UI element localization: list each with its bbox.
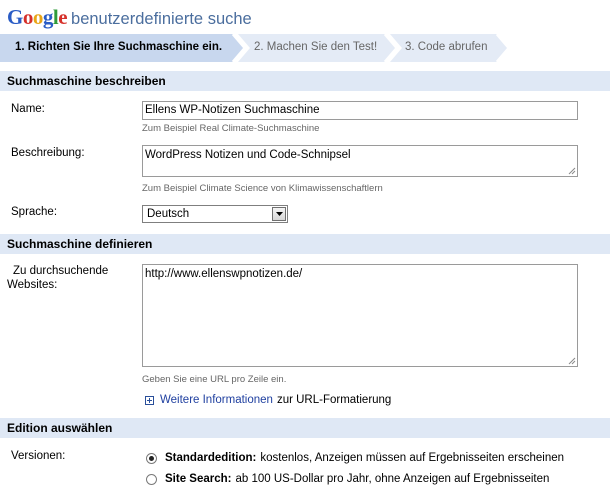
section-describe: Suchmaschine beschreiben (0, 71, 610, 91)
description-label: Beschreibung: (11, 147, 85, 159)
google-logo[interactable]: Google (7, 5, 68, 30)
option-title: Site Search: (165, 473, 232, 485)
language-label: Sprache: (11, 206, 58, 218)
radio-button[interactable] (146, 473, 157, 485)
chevron-down-icon (276, 212, 283, 216)
description-hint: Zum Beispiel Climate Science von Klimawi… (142, 183, 383, 194)
option-text: ab 100 US-Dollar pro Jahr, ohne Anzeigen… (235, 473, 550, 485)
logo-letter: G (7, 5, 23, 29)
sites-label-line-1: Zu durchsuchende (13, 265, 109, 277)
sites-textarea[interactable]: http://www.ellenswpnotizen.de/ (142, 264, 578, 367)
option-title: Standardedition: (165, 452, 257, 464)
versions-label: Versionen: (11, 450, 66, 462)
resize-grip-icon[interactable] (568, 167, 576, 175)
step-1-label: 1. Richten Sie Ihre Suchmaschine ein. (15, 41, 223, 53)
language-select[interactable]: Deutsch (142, 205, 288, 223)
step-3-label: 3. Code abrufen (405, 41, 488, 53)
logo-letter: o (32, 5, 44, 29)
section-title: Suchmaschine beschreiben (7, 74, 166, 88)
more-info-link[interactable]: Weitere Informationen (160, 394, 273, 406)
step-2-label: 2. Machen Sie den Test! (254, 41, 378, 53)
edition-option-standard[interactable]: Standardedition: kostenlos, Anzeigen müs… (146, 452, 564, 464)
radio-button-checked[interactable] (146, 452, 157, 464)
more-info-row: Weitere Informationen zur URL-Formatieru… (145, 394, 391, 406)
section-define: Suchmaschine definieren (0, 234, 610, 254)
wizard-steps: 1. Richten Sie Ihre Suchmaschine ein. 2.… (0, 34, 610, 62)
sites-hint: Geben Sie eine URL pro Zeile ein. (142, 374, 287, 385)
section-title: Suchmaschine definieren (7, 237, 153, 251)
description-text: WordPress Notizen und Code-Schnipsel (145, 149, 351, 161)
resize-grip-icon[interactable] (568, 357, 576, 365)
section-edition: Edition auswählen (0, 418, 610, 438)
logo-letter: e (58, 5, 68, 29)
name-input[interactable]: Ellens WP-Notizen Suchmaschine (142, 101, 578, 120)
header: Google benutzerdefinierte suche (7, 5, 252, 31)
edition-option-site-search[interactable]: Site Search: ab 100 US-Dollar pro Jahr, … (146, 473, 549, 485)
description-textarea[interactable]: WordPress Notizen und Code-Schnipsel (142, 145, 578, 177)
logo-letter: g (42, 5, 54, 29)
sites-text: http://www.ellenswpnotizen.de/ (145, 268, 303, 280)
section-title: Edition auswählen (7, 421, 113, 435)
name-label: Name: (11, 103, 45, 115)
option-text: kostenlos, Anzeigen müssen auf Ergebniss… (260, 452, 565, 464)
dropdown-button[interactable] (272, 207, 286, 221)
language-value: Deutsch (147, 208, 190, 220)
expand-plus-icon[interactable] (145, 395, 154, 405)
sites-label-line-2: Websites: (7, 279, 58, 291)
name-hint: Zum Beispiel Real Climate-Suchmaschine (142, 123, 320, 134)
logo-letter: o (22, 5, 34, 29)
more-info-text: zur URL-Formatierung (276, 394, 392, 406)
product-name: benutzerdefinierte suche (71, 10, 252, 28)
